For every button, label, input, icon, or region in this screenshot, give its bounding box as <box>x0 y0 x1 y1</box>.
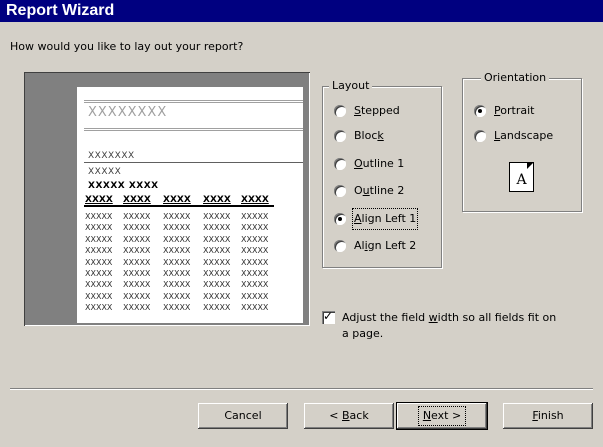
preview-cell: XXXXX <box>203 234 231 244</box>
preview-title: XXXXXXXX <box>88 105 168 120</box>
landscape-label: Landscape <box>494 129 554 142</box>
preview-group2: XXXXX <box>88 167 122 177</box>
layout-option-label: Align Left 1 <box>351 208 419 230</box>
layout-radio-button[interactable] <box>334 213 346 225</box>
preview-cell: XXXXX <box>123 246 151 256</box>
layout-radio-button[interactable] <box>334 130 346 142</box>
preview-cell: XXXXX <box>85 212 113 221</box>
next-button[interactable]: Next > <box>396 402 488 430</box>
preview-cell: XXXXX <box>85 246 113 256</box>
layout-radio-button[interactable] <box>334 105 346 117</box>
preview-cell: XXXXX <box>241 291 269 301</box>
preview-cell: XXXXX <box>85 223 113 233</box>
preview-cell: XXXXX <box>123 303 151 313</box>
check-mark-icon: ✓ <box>323 309 334 323</box>
separator <box>10 388 593 390</box>
preview-cell: XXXXX <box>203 257 231 267</box>
preview-cell: XXXXX <box>241 223 269 233</box>
portrait-radio-button[interactable] <box>474 105 486 117</box>
preview-cell: XXXXX <box>163 257 191 267</box>
layout-option-label: Block <box>354 129 384 142</box>
preview-cell: XXXXX <box>203 291 231 301</box>
preview-cell: XXXXX <box>163 280 191 290</box>
preview-cell: XXXXX <box>123 280 151 290</box>
preview-cell: XXXXX <box>241 246 269 256</box>
cancel-button[interactable]: Cancel <box>198 403 288 429</box>
preview-cell: XXXXX <box>241 212 269 221</box>
preview-column-header: XXXX <box>85 195 113 205</box>
preview-cell: XXXXX <box>123 257 151 267</box>
preview-cell: XXXXX <box>163 223 191 233</box>
finish-button[interactable]: Finish <box>503 403 593 429</box>
preview-cell: XXXXX <box>85 257 113 267</box>
preview-group1: XXXXXXX <box>88 151 135 161</box>
preview-cell: XXXXX <box>123 212 151 221</box>
preview-cell: XXXXX <box>163 212 191 221</box>
preview-cell: XXXXX <box>163 246 191 256</box>
portrait-label: Portrait <box>494 104 535 117</box>
adjust-width-checkbox[interactable]: ✓ <box>322 309 335 324</box>
preview-cell: XXXXX <box>163 234 191 244</box>
preview-cell: XXXXX <box>241 303 269 313</box>
preview-column-header: XXXX <box>163 195 191 205</box>
preview-column-header: XXXX <box>203 195 231 205</box>
preview-cell: XXXXX <box>241 269 269 278</box>
preview-cell: XXXXX <box>163 269 191 278</box>
layout-option-label: Stepped <box>354 104 400 117</box>
preview-column-header: XXXX <box>123 195 151 205</box>
preview-cell: XXXXX <box>241 234 269 244</box>
preview-cell: XXXXX <box>123 291 151 301</box>
preview-cell: XXXXX <box>85 303 113 313</box>
layout-option-label: Align Left 2 <box>354 239 417 252</box>
preview-cell: XXXXX <box>203 269 231 278</box>
adjust-width-label[interactable]: Adjust the field width so all fields fit… <box>342 310 592 342</box>
preview-cell: XXXXX <box>241 280 269 290</box>
preview-cell: XXXXX <box>85 234 113 244</box>
layout-option-label: Outline 2 <box>354 184 405 197</box>
layout-option-label: Outline 1 <box>354 157 405 170</box>
orientation-legend: Orientation <box>481 71 550 85</box>
preview-cell: XXXXX <box>203 303 231 313</box>
preview-cell: XXXXX <box>85 280 113 290</box>
layout-legend: Layout <box>329 79 373 93</box>
preview-page: XXXXXXXX XXXXXXX XXXXX XXXXX XXXX XXXX XX… <box>77 87 303 323</box>
layout-radio-button[interactable] <box>334 185 346 197</box>
landscape-radio-button[interactable] <box>474 130 486 142</box>
preview-cell: XXXXX <box>163 291 191 301</box>
preview-group3: XXXXX XXXX <box>88 181 159 191</box>
preview-cell: XXXXX <box>203 223 231 233</box>
preview-cell: XXXXX <box>203 280 231 290</box>
preview-cell: XXXXX <box>123 223 151 233</box>
back-button[interactable]: < Back <box>304 403 394 429</box>
preview-cell: XXXXX <box>203 212 231 221</box>
preview-cell: XXXXX <box>163 303 191 313</box>
preview-cell: XXXXX <box>123 269 151 278</box>
preview-cell: XXXXX <box>123 234 151 244</box>
portrait-page-icon: A <box>509 162 534 192</box>
preview-cell: XXXXX <box>85 269 113 278</box>
preview-column-header: XXXX <box>241 195 269 205</box>
prompt-text: How would you like to lay out your repor… <box>10 40 244 53</box>
layout-radio-button[interactable] <box>334 158 346 170</box>
window-title: Report Wizard <box>0 0 603 22</box>
layout-radio-button[interactable] <box>334 240 346 252</box>
preview-cell: XXXXX <box>241 257 269 267</box>
preview-cell: XXXXX <box>203 246 231 256</box>
preview-cell: XXXXX <box>85 291 113 301</box>
